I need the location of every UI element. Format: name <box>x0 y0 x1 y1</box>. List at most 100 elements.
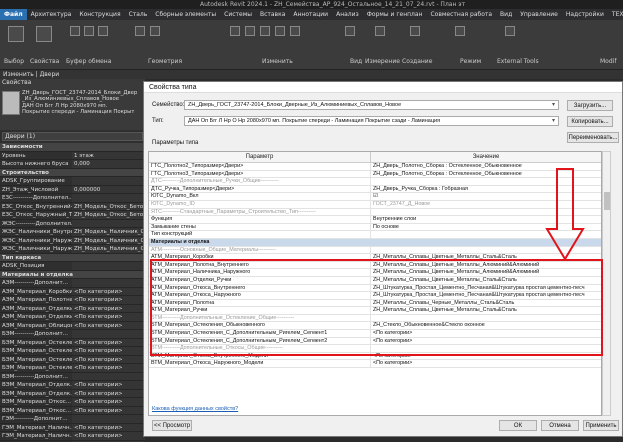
property-row[interactable]: ЖЭС----------Дополнител... <box>0 219 145 228</box>
ribbon-tab[interactable]: Вид <box>496 9 516 20</box>
property-value[interactable]: 0,000 <box>72 160 145 168</box>
property-value[interactable]: <По категории> <box>72 381 145 389</box>
property-value[interactable]: <По категории> <box>72 423 145 431</box>
property-row[interactable]: ЕЗС_Откос_Внутренний<...ZH_Модель_Откос_… <box>0 202 145 211</box>
ribbon-tab[interactable]: Архитектура <box>27 9 76 20</box>
cut-geometry-icon[interactable] <box>150 26 160 36</box>
property-value[interactable]: 1 этаж <box>72 151 145 159</box>
property-value[interactable]: <По категории> <box>72 398 145 406</box>
type-selector[interactable]: ZH_Дверь_ГОСТ_23747-2014_Блоки_Двер _Из_… <box>0 87 145 130</box>
property-value[interactable]: ZH_Модель_Откос_Бетон <box>72 211 145 219</box>
scrollbar-thumb[interactable] <box>604 192 610 210</box>
property-value[interactable]: ZH_Модель_Наличник_С <box>72 245 145 253</box>
property-value[interactable]: <По категории> <box>72 355 145 363</box>
property-value[interactable]: 0,000000 <box>72 185 145 193</box>
property-row[interactable]: БЭМ----------Дополнит... <box>0 330 145 339</box>
property-group-header[interactable]: Тип каркаса <box>0 253 145 262</box>
property-value[interactable]: <По категории> <box>72 432 145 440</box>
ribbon-tab[interactable]: Сталь <box>125 9 152 20</box>
cut-icon[interactable] <box>98 26 108 36</box>
move-icon[interactable] <box>230 26 240 36</box>
property-group-header[interactable]: Строительство <box>0 168 145 177</box>
property-row[interactable]: ГЭМ_Материал_Наличн...<По категории> <box>0 423 145 432</box>
ribbon-tab[interactable]: Вставка <box>256 9 289 20</box>
create-icon[interactable] <box>410 26 420 36</box>
ribbon-tab[interactable]: Сборные элементы <box>151 9 220 20</box>
property-group-header[interactable]: Материалы и отделка <box>0 270 145 279</box>
parameter-row[interactable]: Замыкание стены По основе <box>149 223 601 232</box>
mode-icon[interactable] <box>455 26 465 36</box>
property-value[interactable] <box>72 262 145 270</box>
ribbon-tab[interactable]: ТЕХНОНИКОЛЬ® <box>608 9 623 20</box>
measure-icon[interactable] <box>375 26 385 36</box>
parameter-row[interactable]: ЮТС_Dynamo_Вкл ☑ <box>149 193 601 201</box>
ribbon-tab[interactable]: Надстройки <box>562 9 608 20</box>
parameter-row[interactable]: ГТС_Полотно3_Типоразмер<Двери> ZH_Дверь_П… <box>149 170 601 179</box>
property-row[interactable]: ГЭМ----------Дополнит... <box>0 415 145 424</box>
property-value[interactable] <box>72 279 145 287</box>
property-value[interactable]: <По категории> <box>72 347 145 355</box>
property-row[interactable]: БЭМ_Материал_Остекле... <По категории> <box>0 355 145 364</box>
parameter-row[interactable]: АТМ----------Основные_Общие_Материалы---… <box>149 246 601 255</box>
preview-button[interactable]: << Просмотр <box>152 420 192 431</box>
view-icon[interactable] <box>345 26 355 36</box>
property-row[interactable]: АЭМ----------Дополнит... <box>0 279 145 288</box>
property-row[interactable]: ВЭМ_Материал_Откос... <По категории> <box>0 398 145 407</box>
family-dropdown[interactable]: ZH_Дверь_ГОСТ_23747-2014_Блоки_Дверные_И… <box>184 100 559 110</box>
parameter-value[interactable]: <По категории> <box>371 360 601 367</box>
property-row[interactable]: ZH_Этаж_Числовой 0,000000 <box>0 185 145 194</box>
cancel-button[interactable]: Отмена <box>541 420 579 431</box>
property-value[interactable]: <По категории> <box>72 364 145 372</box>
property-row[interactable]: БЭМ_Материал_Остекле... <По категории> <box>0 364 145 373</box>
parameter-row[interactable]: ДТС_Ручка_Типоразмер<Двери> ZH_Дверь_Ручк… <box>149 185 601 194</box>
load-button[interactable]: Загрузить... <box>567 100 613 111</box>
parameter-row[interactable]: ГТС_Полотно2_Типоразмер<Двери> ZH_Дверь_П… <box>149 163 601 171</box>
grid-scrollbar[interactable] <box>602 151 611 416</box>
property-row[interactable]: ВЭМ_Материал_Отделк... <По категории> <box>0 381 145 390</box>
property-row[interactable]: БЭМ_Материал_Остекле... <По категории> <box>0 338 145 347</box>
ribbon-tab[interactable]: Анализ <box>332 9 363 20</box>
property-row[interactable]: АЭМ_Материал_Коробки <По категории> <box>0 287 145 296</box>
array-icon[interactable] <box>275 26 285 36</box>
property-row[interactable]: АЭМ_Материал_Облицов... <По категории> <box>0 321 145 330</box>
property-value[interactable]: <По категории> <box>72 321 145 329</box>
select-icon[interactable] <box>8 26 24 42</box>
ribbon-tab[interactable]: Файл <box>0 9 27 20</box>
property-value[interactable]: <По категории> <box>72 313 145 321</box>
property-row[interactable]: ЕЗС_Откос_Наружный_Т... ZH_Модель_Откос_Б… <box>0 211 145 220</box>
parameter-row[interactable]: ДТС----------Дополнительные_Ручки_Общие-… <box>149 178 601 186</box>
rotate-icon[interactable] <box>245 26 255 36</box>
property-row[interactable]: АЭМ_Материал_Отделки... <По категории> <box>0 313 145 322</box>
type-dropdown[interactable]: ДАН Оп Бrг Л Нр О Нр 2080х970 мп. Покрыт… <box>184 116 559 126</box>
property-row[interactable]: Высота нижнего бруса 0,000 <box>0 160 145 169</box>
property-row[interactable]: ГЭМ_Материал_Наличн...<По категории> <box>0 432 145 441</box>
property-row[interactable]: АЭМ_Материал_Полотна... <По категории> <box>0 296 145 305</box>
copy-icon[interactable] <box>84 26 94 36</box>
property-row[interactable]: ВЭМ_Материал_Отделк... <По категории> <box>0 389 145 398</box>
ribbon-tab[interactable]: Управление <box>516 9 562 20</box>
properties-icon[interactable] <box>36 26 52 42</box>
parameter-row[interactable]: Тип конструкций <box>149 231 601 239</box>
property-row[interactable]: ADSK_Группирование <box>0 177 145 186</box>
property-value[interactable]: <По категории> <box>72 304 145 312</box>
ribbon-tab[interactable]: Системы <box>220 9 256 20</box>
property-row[interactable]: ВЭМ_Материал_Откос... <По категории> <box>0 406 145 415</box>
duplicate-button[interactable]: Копировать... <box>567 116 613 127</box>
property-value[interactable]: ZH_Модель_Откос_Бетон <box>72 202 145 210</box>
property-row[interactable]: ЖЭС_Наличники_Наружн...ZH_Модель_Налични… <box>0 245 145 254</box>
ribbon-tab[interactable]: Формы и генплан <box>363 9 427 20</box>
property-value[interactable]: <По категории> <box>72 406 145 414</box>
property-row[interactable]: ЖЭС_Наличники_Внутрен...ZH_Модель_Наличн… <box>0 228 145 237</box>
parameter-row[interactable]: Функция Внутренние слои <box>149 216 601 224</box>
property-value[interactable]: <По категории> <box>72 296 145 304</box>
property-value[interactable]: <По категории> <box>72 389 145 397</box>
help-link[interactable]: Какова функция данных свойств? <box>152 406 238 412</box>
property-row[interactable]: ВЭМ----------Дополнит... <box>0 372 145 381</box>
property-row[interactable]: ADSK_Позиция <box>0 262 145 271</box>
ok-button[interactable]: ОК <box>499 420 537 431</box>
rename-button[interactable]: Переименовать... <box>567 132 619 143</box>
mirror-icon[interactable] <box>260 26 270 36</box>
property-row[interactable]: Уровень 1 этаж <box>0 151 145 160</box>
property-value[interactable]: ZH_Модель_Наличник_С <box>72 228 145 236</box>
ribbon-tab[interactable]: Аннотации <box>289 9 332 20</box>
